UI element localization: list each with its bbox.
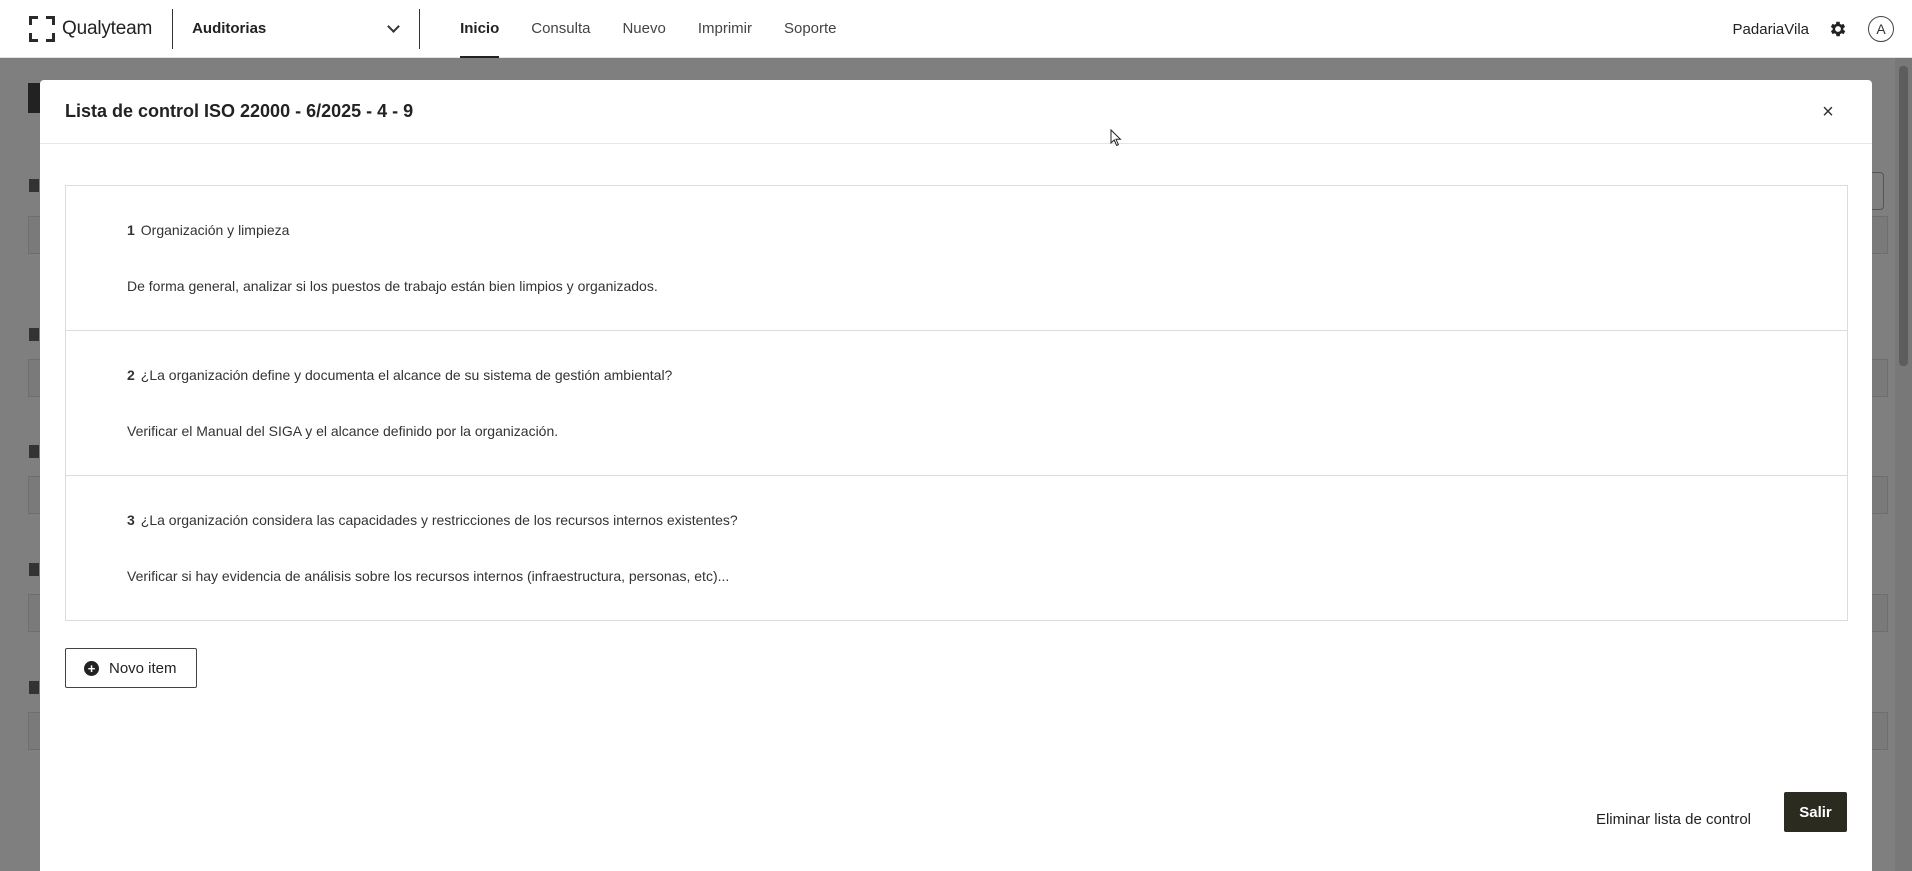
qualyteam-logo-icon <box>29 15 55 42</box>
top-navbar: Qualyteam Auditorias Inicio Consulta Nue… <box>0 0 1912 58</box>
chevron-down-icon <box>387 19 400 33</box>
item-title: ¿La organización considera las capacidad… <box>140 512 738 528</box>
close-icon[interactable]: × <box>1816 100 1840 124</box>
modal-title: Lista de control ISO 22000 - 6/2025 - 4 … <box>65 101 414 121</box>
user-avatar[interactable]: A <box>1868 16 1894 42</box>
item-title: ¿La organización define y documenta el a… <box>140 367 673 383</box>
divider <box>172 8 174 49</box>
brand-logo[interactable]: Qualyteam <box>29 0 152 58</box>
item-heading: 2 ¿La organización define y documenta el … <box>127 367 672 383</box>
mouse-cursor-icon <box>1110 129 1122 147</box>
item-heading: 1 Organización y limpieza <box>127 222 289 238</box>
nav-item-consulta[interactable]: Consulta <box>531 0 590 58</box>
exit-button[interactable]: Salir <box>1784 792 1847 832</box>
item-number: 1 <box>127 222 135 238</box>
item-heading: 3 ¿La organización considera las capacida… <box>127 512 738 528</box>
nav-item-nuevo[interactable]: Nuevo <box>622 0 665 58</box>
header-tools: PadariaVila A <box>1733 0 1894 58</box>
new-item-button[interactable]: + Novo item <box>65 648 197 688</box>
main-nav: Inicio Consulta Nuevo Imprimir Soporte <box>460 0 868 58</box>
nav-item-soporte[interactable]: Soporte <box>784 0 837 58</box>
modal-header: Lista de control ISO 22000 - 6/2025 - 4 … <box>40 80 1872 144</box>
delete-checklist-button[interactable]: Eliminar lista de control <box>1596 811 1751 828</box>
item-title: Organización y limpieza <box>140 222 290 238</box>
item-number: 3 <box>127 512 135 528</box>
item-number: 2 <box>127 367 135 383</box>
divider <box>419 8 421 49</box>
plus-circle-icon: + <box>84 660 99 676</box>
checklist-modal: Lista de control ISO 22000 - 6/2025 - 4 … <box>40 80 1872 871</box>
checklist-item[interactable]: 2 ¿La organización define y documenta el … <box>66 331 1847 476</box>
new-item-label: Novo item <box>109 659 177 677</box>
item-description: Verificar el Manual del SIGA y el alcanc… <box>127 423 559 439</box>
nav-item-inicio[interactable]: Inicio <box>460 0 500 58</box>
item-description: Verificar si hay evidencia de análisis s… <box>127 568 730 584</box>
checklist-item[interactable]: 1 Organización y limpieza De forma genera… <box>66 186 1847 331</box>
item-description: De forma general, analizar si los puesto… <box>127 278 658 294</box>
module-selector[interactable]: Auditorias <box>192 0 402 58</box>
brand-name: Qualyteam <box>62 17 153 39</box>
module-selector-label: Auditorias <box>192 20 267 37</box>
nav-item-imprimir[interactable]: Imprimir <box>698 0 752 58</box>
checklist-items: 1 Organización y limpieza De forma genera… <box>65 185 1848 621</box>
checklist-item[interactable]: 3 ¿La organización considera las capacida… <box>66 476 1847 620</box>
gear-icon[interactable] <box>1828 19 1848 39</box>
company-name[interactable]: PadariaVila <box>1733 21 1809 38</box>
